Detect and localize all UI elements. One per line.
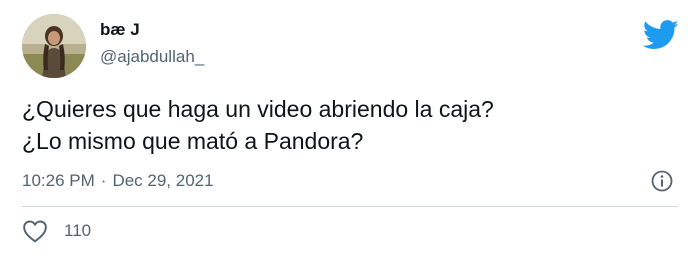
like-count: 110 <box>64 221 92 240</box>
heart-icon <box>23 220 47 243</box>
tweet-text: ¿Quieres que haga un video abriendo la c… <box>22 93 672 157</box>
tweet-text-line: ¿Quieres que haga un video abriendo la c… <box>22 96 494 122</box>
twitter-bird-icon[interactable] <box>643 20 679 50</box>
avatar[interactable] <box>22 14 86 78</box>
like-button[interactable]: 110 <box>22 219 91 243</box>
author-name[interactable]: bæ J <box>100 20 140 40</box>
tweet-card: bæ J @ajabdullah_ ¿Quieres que haga un v… <box>0 0 700 257</box>
avatar-image <box>22 14 86 78</box>
info-icon[interactable] <box>650 169 674 193</box>
tweet-date: Dec 29, 2021 <box>112 171 214 190</box>
author-handle[interactable]: @ajabdullah_ <box>100 47 204 67</box>
tweet-time: 10:26 PM <box>22 171 95 190</box>
divider <box>22 206 678 207</box>
meta-separator: · <box>100 171 107 190</box>
tweet-text-line: ¿Lo mismo que mató a Pandora? <box>22 128 364 154</box>
tweet-timestamp[interactable]: 10:26 PM · Dec 29, 2021 <box>22 170 214 192</box>
